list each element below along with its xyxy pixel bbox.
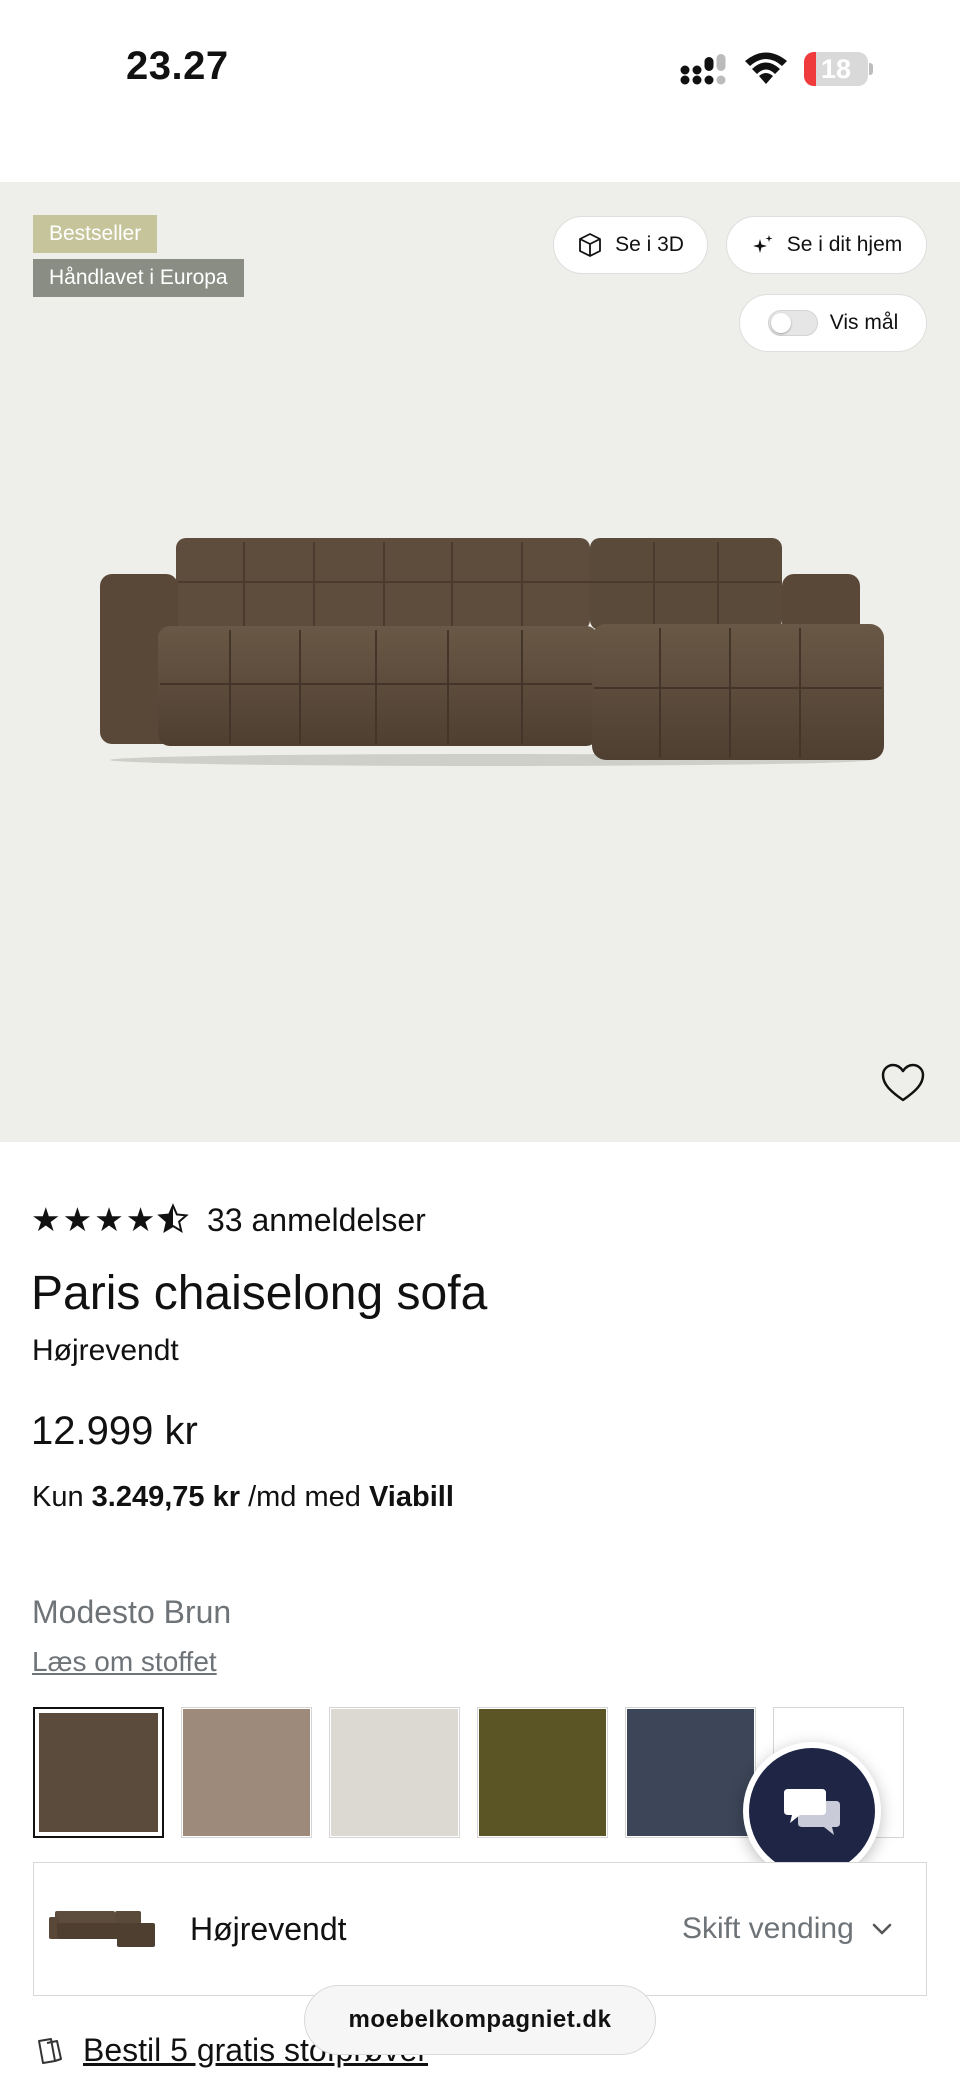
fabric-swatch[interactable] bbox=[33, 1707, 164, 1838]
fabric-swatch[interactable] bbox=[625, 1707, 756, 1838]
sofa-product-image bbox=[100, 538, 884, 766]
swatch-color bbox=[627, 1709, 754, 1836]
cube-icon bbox=[579, 233, 601, 257]
battery-cap bbox=[869, 63, 873, 75]
view-in-home-label: Se i dit hjem bbox=[786, 233, 903, 256]
sofa-thumbnail bbox=[49, 1911, 155, 1947]
heart-outline-icon[interactable] bbox=[880, 1062, 926, 1104]
product-price: 12.999 kr bbox=[31, 1409, 198, 1453]
review-count[interactable]: 33 anmeldelser bbox=[207, 1200, 426, 1240]
orientation-selector[interactable]: Højrevendt Skift vending bbox=[33, 1862, 927, 1996]
rating-stars[interactable]: ★ ★ ★ ★ bbox=[31, 1200, 190, 1240]
star-full-icon: ★ bbox=[62, 1201, 93, 1238]
fabric-swatch[interactable] bbox=[477, 1707, 608, 1838]
show-dimensions-toggle[interactable]: Vis mål bbox=[739, 294, 927, 352]
fabric-color-name: Modesto Brun bbox=[32, 1594, 232, 1630]
show-dimensions-label: Vis mål bbox=[829, 311, 899, 334]
swatch-color bbox=[183, 1709, 310, 1836]
sparkle-icon bbox=[752, 235, 773, 253]
star-full-icon: ★ bbox=[31, 1201, 61, 1238]
read-about-fabric-link[interactable]: Læs om stoffet bbox=[32, 1644, 217, 1680]
chat-button[interactable] bbox=[743, 1742, 881, 1880]
chat-bubbles-icon bbox=[784, 1789, 840, 1835]
fabric-swatch[interactable] bbox=[181, 1707, 312, 1838]
swatch-color bbox=[39, 1713, 158, 1832]
product-variant: Højrevendt bbox=[32, 1334, 179, 1367]
status-time: 23.27 bbox=[126, 44, 229, 88]
financing-info: Kun 3.249,75 kr /md med Viabill bbox=[32, 1478, 454, 1516]
view-3d-button[interactable]: Se i 3D bbox=[553, 216, 708, 274]
fabric-sample-icon bbox=[38, 2038, 62, 2064]
wifi-icon bbox=[745, 52, 787, 84]
fabric-swatch[interactable] bbox=[329, 1707, 460, 1838]
change-orientation-label: Skift vending bbox=[682, 1912, 854, 1945]
star-full-icon: ★ bbox=[94, 1201, 124, 1238]
view-in-home-button[interactable]: Se i dit hjem bbox=[726, 216, 927, 274]
chevron-down-icon bbox=[872, 1923, 892, 1935]
battery-indicator: 18 bbox=[804, 52, 868, 86]
dimensions-switch[interactable] bbox=[767, 310, 818, 336]
financing-prefix: Kun bbox=[32, 1481, 84, 1513]
financing-amount: 3.249,75 kr bbox=[91, 1481, 241, 1513]
financing-middle: /md med bbox=[248, 1481, 361, 1513]
battery-level: 18 bbox=[820, 54, 852, 84]
swatch-color bbox=[479, 1709, 606, 1836]
view-3d-label: Se i 3D bbox=[615, 233, 684, 256]
url-text: moebelkompagniet.dk bbox=[348, 2006, 612, 2033]
product-title: Paris chaiselong sofa bbox=[31, 1267, 488, 1320]
swatch-color bbox=[331, 1709, 458, 1836]
orientation-label: Højrevendt bbox=[190, 1911, 347, 1947]
product-image-area[interactable]: Bestseller Håndlavet i Europa Se i 3D Se… bbox=[0, 182, 960, 1142]
financing-provider: Viabill bbox=[368, 1481, 454, 1513]
star-half-icon bbox=[157, 1200, 190, 1240]
browser-url-bar[interactable]: moebelkompagniet.dk bbox=[304, 1985, 656, 2055]
star-full-icon: ★ bbox=[125, 1201, 156, 1238]
bestseller-badge: Bestseller bbox=[33, 215, 158, 253]
handmade-badge: Håndlavet i Europa bbox=[33, 259, 244, 297]
switch-knob bbox=[770, 313, 791, 333]
cellular-signal-icon bbox=[680, 54, 726, 85]
